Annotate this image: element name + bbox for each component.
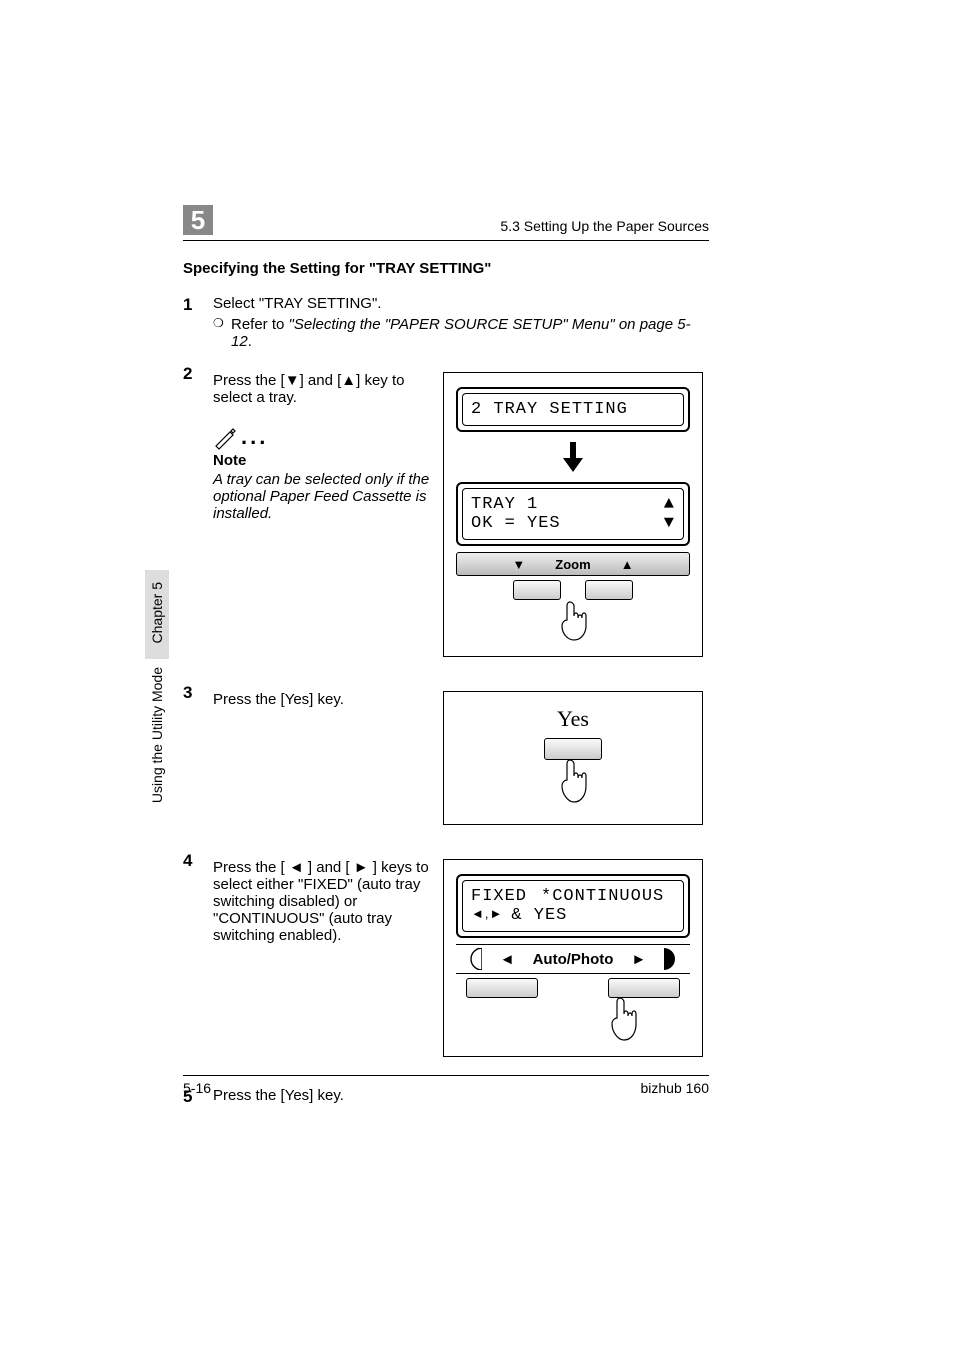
left-arrow-icon: ◄ (500, 951, 515, 968)
lcd-line: 2 TRAY SETTING (462, 393, 684, 426)
zoom-bar: ▼ Zoom ▲ (456, 552, 690, 576)
bullet-icon: ❍ (213, 316, 231, 350)
right-arrow-icon: ► (631, 951, 646, 968)
lcd-arrows-icon: ◄,► (471, 906, 503, 925)
model-name: bizhub 160 (640, 1080, 709, 1096)
yes-key-diagram: Yes (443, 691, 703, 825)
step-number: 1 (183, 295, 213, 350)
down-arrow-small-icon: ▼ (664, 514, 675, 533)
lcd-line: OK = YES (471, 514, 561, 533)
step-subtext: Refer to "Selecting the "PAPER SOURCE SE… (231, 316, 709, 350)
auto-photo-label: Auto/Photo (533, 951, 614, 968)
section-heading: Specifying the Setting for "TRAY SETTING… (183, 260, 709, 277)
step-1: 1 Select "TRAY SETTING". ❍ Refer to "Sel… (183, 295, 709, 350)
right-half-circle-icon (664, 948, 678, 970)
step-number: 4 (183, 851, 213, 1057)
page-number: 5-16 (183, 1080, 211, 1096)
yes-label: Yes (456, 706, 690, 732)
step-text: Press the [Yes] key. (213, 691, 433, 708)
step-text: Press the [ ◄ ] and [ ► ] keys to select… (213, 859, 433, 944)
left-button (466, 978, 538, 998)
step-4: 4 Press the [ ◄ ] and [ ► ] keys to sele… (183, 851, 709, 1057)
step-number: 2 (183, 364, 213, 657)
step-text: Select "TRAY SETTING". (213, 295, 709, 312)
down-arrow-icon: ▼ (512, 557, 525, 572)
up-arrow-icon: ▲ (621, 557, 634, 572)
right-button (608, 978, 680, 998)
note-icon: ... (213, 424, 433, 450)
side-tab-chapter: Chapter 5 (145, 570, 169, 659)
header-rule (183, 240, 709, 241)
finger-press-icon (556, 598, 590, 642)
zoom-up-button (585, 580, 633, 600)
left-arrow-icon: ◄ (289, 859, 304, 876)
lcd-diagram-tray-setting: 2 TRAY SETTING TRAY 1 ▲ OK = YES ▼ (443, 372, 703, 657)
up-arrow-small-icon: ▲ (664, 495, 675, 514)
auto-photo-bar: ◄ Auto/Photo ► (456, 944, 690, 974)
yes-button (544, 738, 602, 760)
step-3: 3 Press the [Yes] key. Yes (183, 683, 709, 825)
chapter-number-badge: 5 (183, 205, 213, 235)
step-2: 2 Press the [▼] and [▲] key to select a … (183, 364, 709, 657)
zoom-label: Zoom (555, 557, 590, 572)
right-arrow-icon: ► (354, 859, 369, 876)
step-number: 3 (183, 683, 213, 825)
side-tab-mode: Using the Utility Mode (145, 655, 169, 819)
up-arrow-icon: ▲ (341, 372, 356, 389)
lcd-text: *CONTINUOUS (541, 887, 664, 906)
lcd-line: TRAY 1 (471, 495, 538, 514)
finger-press-icon (556, 756, 590, 804)
lcd-text: & YES (511, 906, 567, 925)
note-heading: Note (213, 452, 433, 469)
left-half-circle-icon (468, 948, 482, 970)
step-text: Press the [▼] and [▲] key to select a tr… (213, 372, 433, 406)
lcd-diagram-fixed-continuous: FIXED *CONTINUOUS ◄,► & YES ◄ Auto/Pho (443, 859, 703, 1057)
note-text: A tray can be selected only if the optio… (213, 471, 433, 522)
finger-press-icon (606, 994, 640, 1042)
section-header: 5.3 Setting Up the Paper Sources (500, 218, 709, 234)
down-arrow-icon: ▼ (285, 372, 300, 389)
down-arrow-icon (456, 440, 690, 474)
zoom-down-button (513, 580, 561, 600)
lcd-text: FIXED (471, 887, 527, 906)
